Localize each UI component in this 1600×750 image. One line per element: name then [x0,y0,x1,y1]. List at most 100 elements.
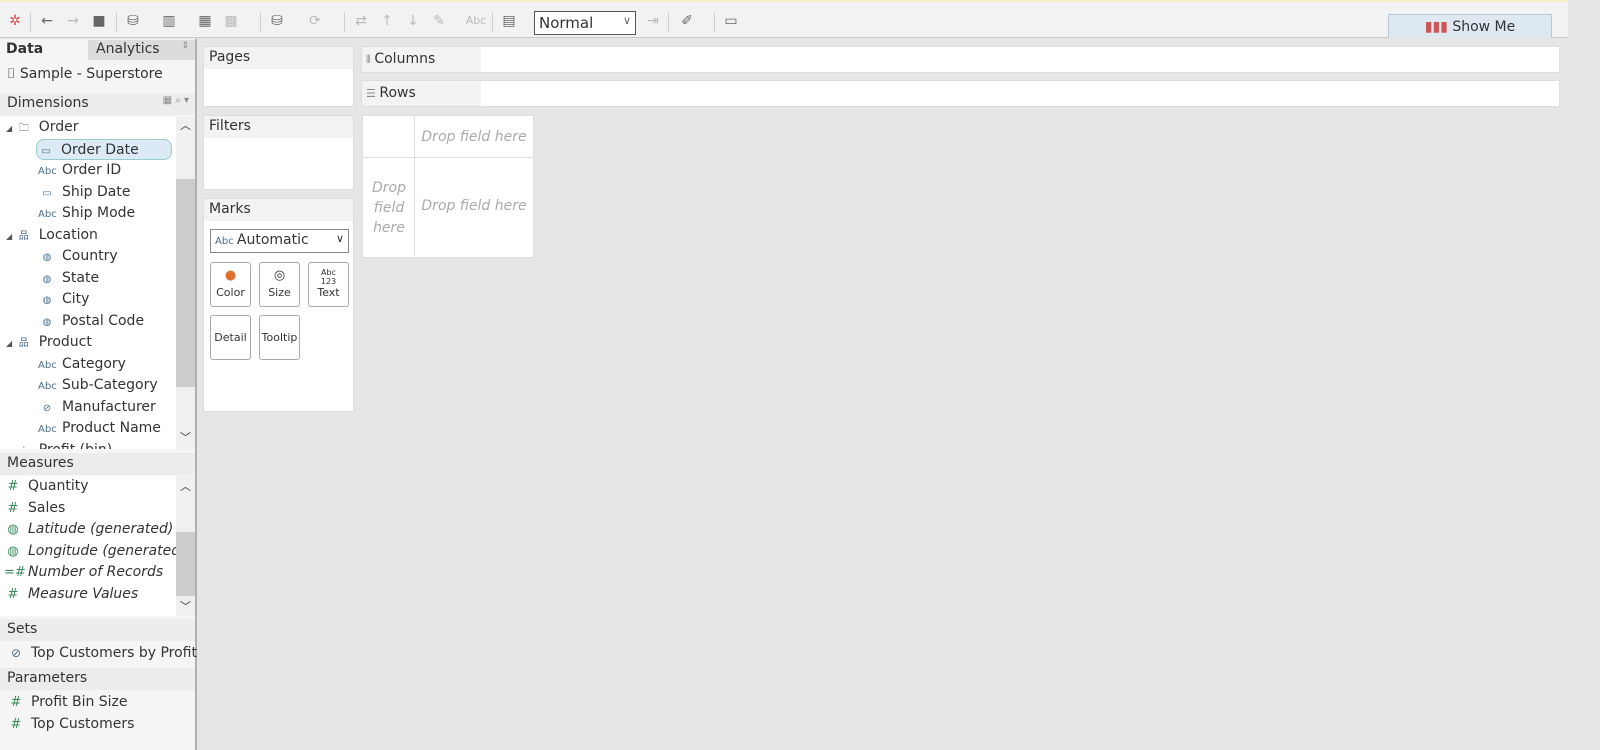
dimension-item[interactable]: ◢ 品 Location [6,225,98,246]
dimension-item[interactable]: ◢ 🗀 Order [6,117,79,138]
text-button[interactable]: Abc 123 Text [308,262,349,307]
tab-analytics[interactable]: Analytics ⇕ [88,40,195,60]
bin-icon: ⫶ [15,441,33,450]
detail-button[interactable]: Detail [210,315,251,360]
presentation-icon[interactable]: ▭ [722,12,740,30]
set-icon: ⊘ [10,646,22,660]
measure-item[interactable]: ◍ Longitude (generated) [4,541,185,562]
refresh-icon[interactable]: ⟳ [306,12,324,30]
globe-icon: ◍ [42,295,52,306]
columns-shelf[interactable]: ⦀ Columns [361,46,1560,73]
dimension-item[interactable]: Abc Order ID [38,160,121,181]
globe-icon: ◍ [42,316,52,328]
size-button[interactable]: ◎ Size [259,262,300,307]
dimension-item[interactable]: Abc Product Name [38,418,161,439]
data-pane: Data Analytics ⇕ ⌷ Sample - Superstore Di… [0,39,197,750]
color-icon: ● [224,268,237,283]
fix-axes-icon[interactable]: ⇥ [644,12,662,30]
abc-icon: Abc [38,209,57,220]
swap-icon[interactable]: ⇄ [352,12,370,30]
pause-updates-icon[interactable]: ⛁ [268,12,286,30]
dimension-item[interactable]: ▭ Ship Date [38,182,130,203]
dimensions-scrollbar[interactable]: ︿ ﹀ [176,117,195,449]
duplicate-sheet-icon[interactable]: ▦ [196,12,214,30]
measure-item[interactable]: # Sales [4,498,66,519]
highlight-icon[interactable]: ✎ [430,12,448,30]
drop-columns-hint: Drop field here [421,129,527,145]
dimension-item[interactable]: ◢ 品 Product [6,332,92,353]
sort-asc-icon[interactable]: ↑ [378,12,396,30]
color-button[interactable]: ● Color [210,262,251,307]
dimension-item[interactable]: Abc Category [38,354,126,375]
calculated-hash-icon: =# [4,565,26,580]
clear-sheet-icon[interactable]: ▩ [222,12,240,30]
dimension-item[interactable]: ◢ ⫶Profit (bin) [6,440,112,450]
calendar-icon: ▭ [42,187,52,199]
dimension-item[interactable]: Abc Ship Mode [38,203,135,224]
abc-icon: Abc [38,166,57,177]
hash-icon: # [10,695,22,710]
undo-icon[interactable]: ← [38,12,56,30]
dimension-item[interactable]: ◍ City [38,289,90,310]
format-pen-icon[interactable]: ✐ [678,12,696,30]
new-datasource-icon[interactable]: ⛁ [124,12,142,30]
view-drop-area[interactable]: Drop field here Drop field here Drop fie… [362,115,534,258]
dimension-item[interactable]: ⊘ Manufacturer [38,397,156,418]
datasource-item[interactable]: ⌷ Sample - Superstore [7,64,163,85]
size-icon: ◎ [273,268,286,283]
globe-icon: ◍ [7,522,19,537]
measure-item[interactable]: # Quantity [4,476,89,497]
dimensions-list: ◢ 🗀 Order ▭ Order Date Abc Order ID ▭ Ship Date… [0,117,176,449]
abc-icon: Abc [38,359,57,371]
search-icon[interactable]: ▦ ⌕ ▾ [163,95,189,106]
parameters-header: Parameters [0,668,195,690]
dimension-item[interactable]: ◍ State [38,268,99,289]
sets-header: Sets [0,619,195,641]
hash-icon: # [7,479,19,494]
folder-icon: 🗀 [18,123,29,134]
rows-shelf[interactable]: ☰ Rows [361,80,1560,107]
pages-card[interactable]: Pages [203,46,354,107]
paperclip-icon: ⊘ [42,402,52,414]
toolbar: ✲ ← → ■ ⛁ ▥ ▦ ▩ ⛁ ⟳ ⇄ ↑ ↓ ✎ Abc ▤ Normal… [0,0,1568,38]
chevron-down-icon: ∨ [622,14,631,27]
globe-icon: ◍ [42,252,52,263]
measures-scrollbar[interactable]: ︿ ﹀ [176,476,195,616]
hash-icon: # [7,500,19,516]
set-item[interactable]: ⊘ Top Customers by Profit [7,643,197,664]
abc-icon: Abc [38,424,57,435]
labels-icon[interactable]: Abc [464,12,488,30]
fit-value: Normal [539,14,594,32]
calendar-icon: ▭ [41,145,51,157]
hierarchy-icon: 品 [18,338,29,349]
marks-card: Marks Abc Automatic ∨ ● Color ◎ Size Abc 123… [203,198,354,412]
parameter-item[interactable]: # Profit Bin Size [7,692,128,713]
dimension-item[interactable]: ◍ Postal Code [38,311,144,332]
mark-type-dropdown[interactable]: Abc Automatic ∨ [210,229,349,253]
abc-icon: Abc [215,236,237,247]
measure-item[interactable]: # Measure Values [4,584,139,605]
hash-icon: # [7,586,19,602]
redo-icon[interactable]: → [64,12,82,30]
new-worksheet-icon[interactable]: ▥ [160,12,178,30]
measure-item[interactable]: =# Number of Records [4,562,163,583]
hierarchy-icon: 品 [18,230,29,242]
database-icon: ⌷ [7,66,16,82]
abc-icon: Abc [38,381,57,392]
dimension-item[interactable]: ▭ Order Date [36,138,172,160]
dimension-item[interactable]: Abc Sub-Category [38,375,158,396]
parameter-item[interactable]: # Top Customers [7,714,135,735]
tableau-logo-icon[interactable]: ✲ [6,12,24,30]
tab-data[interactable]: Data [0,40,88,60]
sort-desc-icon[interactable]: ↓ [404,12,422,30]
show-me-button[interactable]: ▮▮▮ Show Me [1388,14,1552,38]
fit-dropdown[interactable]: Normal ∨ [534,11,636,35]
measures-header: Measures [0,453,195,475]
filters-card[interactable]: Filters [203,115,354,190]
show-cards-icon[interactable]: ▤ [500,12,518,30]
tooltip-button[interactable]: Tooltip [259,315,300,360]
dimension-item[interactable]: ◍ Country [38,246,118,267]
save-icon[interactable]: ■ [90,12,108,30]
measure-item[interactable]: ◍ Latitude (generated) [4,519,173,540]
rows-icon: ☰ [366,87,380,100]
